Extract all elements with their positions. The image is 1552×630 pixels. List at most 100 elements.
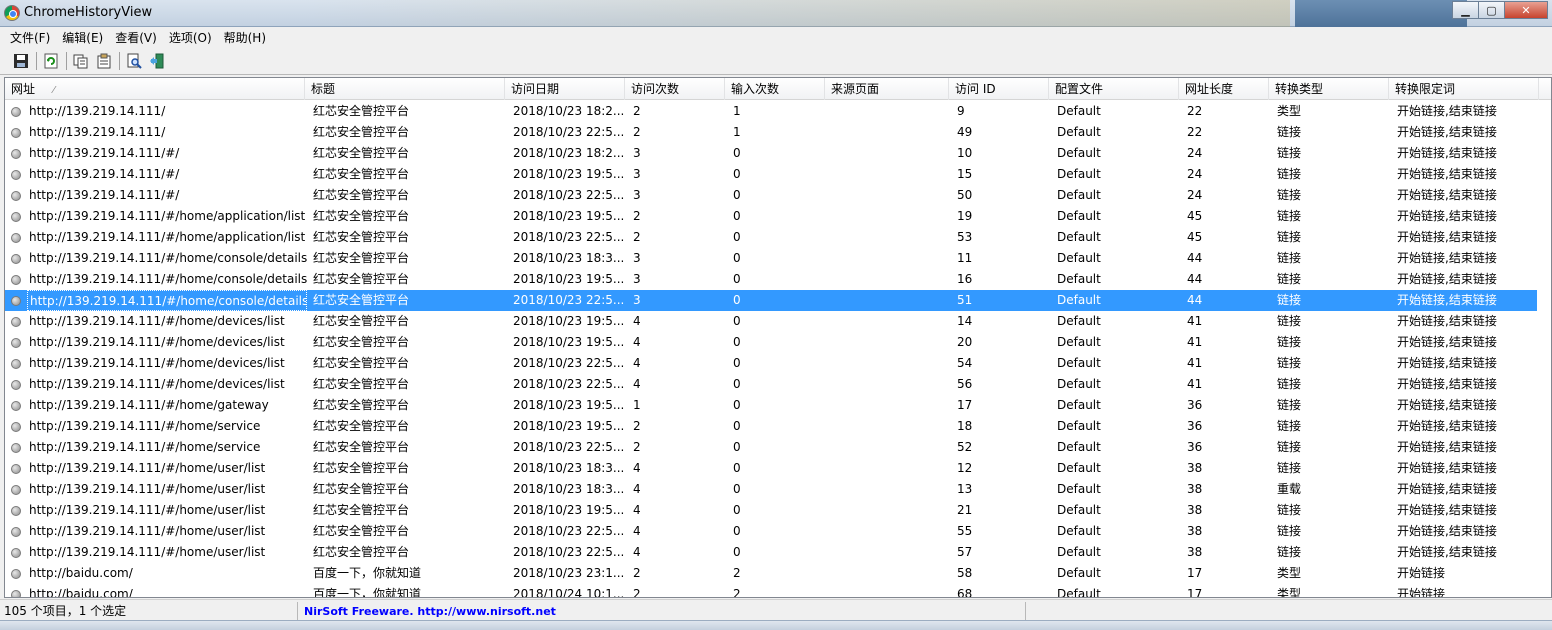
table-row[interactable]: http://139.219.14.111/红芯安全管控平台 2018/10/23… [5,122,1539,143]
status-credit-panel: NirSoft Freeware. http://www.nirsoft.net [300,602,1026,620]
find-button[interactable] [123,50,145,72]
cell-url: http://139.219.14.111/#/home/console/det… [27,290,307,311]
history-entry-icon [11,191,21,201]
table-row[interactable]: http://baidu.com/百度一下，你就知道 2018/10/24 10:… [5,584,1539,597]
table-row[interactable]: http://139.219.14.111/#/home/application… [5,227,1539,248]
table-row[interactable]: http://139.219.14.111/#/ 红芯安全管控平台 2018/10/… [5,164,1539,185]
cell-typed-count: 0 [733,398,741,412]
table-row[interactable]: http://139.219.14.111/#/home/devices/lis… [5,311,1539,332]
cell-referrer [831,332,951,353]
cell-typed-count: 0 [733,209,741,223]
cell-title: 红芯安全管控平台 [313,419,410,433]
table-row[interactable]: http://139.219.14.111/#/home/user/list 红芯… [5,521,1539,542]
cell-visit-id: 16 [957,272,973,286]
table-row[interactable]: http://139.219.14.111/#/home/user/list 红芯… [5,458,1539,479]
table-row[interactable]: http://139.219.14.111/#/home/devices/lis… [5,353,1539,374]
properties-button[interactable] [93,50,115,72]
chrome-app-icon [4,5,20,21]
cell-visit-id: 10 [957,146,973,160]
column-header-visit-date[interactable]: 访问日期 [505,78,625,100]
cell-visit-id: 57 [957,545,973,559]
table-row[interactable]: http://139.219.14.111/#/home/console/det… [5,248,1539,269]
column-header-title[interactable]: 标题 [305,78,505,100]
table-row[interactable]: http://139.219.14.111/#/home/service 红芯安全… [5,416,1539,437]
refresh-button[interactable] [40,50,62,72]
table-row[interactable]: http://139.219.14.111/#/ 红芯安全管控平台 2018/10/… [5,185,1539,206]
column-header-typed-count[interactable]: 输入次数 [725,78,825,100]
cell-transition-qualifiers: 开始链接,结束链接 [1397,545,1497,559]
cell-url-length: 41 [1187,377,1203,391]
cell-visit-count: 3 [633,272,641,286]
cell-typed-count: 0 [733,146,741,160]
cell-referrer [831,101,951,122]
nirsoft-link[interactable]: NirSoft Freeware. http://www.nirsoft.net [304,605,556,618]
cell-transition-qualifiers: 开始链接,结束链接 [1397,461,1497,475]
history-entry-icon [11,506,21,516]
table-row[interactable]: http://139.219.14.111/#/home/gateway 红芯安全… [5,395,1539,416]
minimize-button[interactable]: ▁ [1452,1,1479,19]
cell-typed-count: 0 [733,545,741,559]
maximize-icon: ▢ [1486,3,1497,17]
table-row[interactable]: http://139.219.14.111/#/home/devices/lis… [5,332,1539,353]
column-header-transition-type[interactable]: 转换类型 [1269,78,1389,100]
table-row[interactable]: http://139.219.14.111/红芯安全管控平台 2018/10/23… [5,101,1539,122]
cell-transition-type: 链接 [1277,335,1302,349]
save-button[interactable] [10,50,32,72]
cell-visit-count: 4 [633,461,641,475]
cell-title: 红芯安全管控平台 [313,146,410,160]
history-entry-icon [11,548,21,558]
cell-transition-type: 链接 [1277,125,1302,139]
cell-title: 红芯安全管控平台 [313,524,410,538]
menu-edit[interactable]: 编辑(E) [56,29,109,46]
column-header-referrer[interactable]: 来源页面 [825,78,949,100]
close-button[interactable]: ✕ [1504,1,1548,19]
cell-transition-type: 链接 [1277,398,1302,412]
column-header-visit-count[interactable]: 访问次数 [625,78,725,100]
cell-transition-type: 链接 [1277,314,1302,328]
column-header-visit-id[interactable]: 访问 ID [949,78,1049,100]
history-list[interactable]: 网址 ⁄ 标题 访问日期 访问次数 输入次数 来源页面 访问 ID 配置文件 网址… [4,77,1552,598]
history-entry-icon [11,485,21,495]
table-row[interactable]: http://139.219.14.111/#/home/user/list 红芯… [5,542,1539,563]
cell-profile: Default [1057,314,1101,328]
copy-button[interactable] [70,50,92,72]
history-entry-icon [11,212,21,222]
cell-transition-qualifiers: 开始链接 [1397,566,1446,580]
table-row[interactable]: http://139.219.14.111/#/home/application… [5,206,1539,227]
cell-url-length: 45 [1187,209,1203,223]
cell-title: 红芯安全管控平台 [313,251,410,265]
cell-visit-date: 2018/10/23 22:5... [513,524,625,538]
menu-options[interactable]: 选项(O) [163,29,218,46]
table-row[interactable]: http://139.219.14.111/#/home/console/det… [5,269,1539,290]
menu-view[interactable]: 查看(V) [109,29,163,46]
column-header-transition-qualifiers[interactable]: 转换限定词 [1389,78,1539,100]
cell-visit-count: 2 [633,566,641,580]
table-row[interactable]: http://139.219.14.111/#/home/devices/lis… [5,374,1539,395]
table-row[interactable]: http://139.219.14.111/#/home/console/det… [5,290,1539,311]
table-row[interactable]: http://139.219.14.111/#/home/user/list 红芯… [5,479,1539,500]
cell-visit-id: 50 [957,188,973,202]
cell-visit-id: 17 [957,398,973,412]
menu-help[interactable]: 帮助(H) [218,29,272,46]
table-row[interactable]: http://139.219.14.111/#/ 红芯安全管控平台 2018/10/… [5,143,1539,164]
cell-url: http://139.219.14.111/ [29,125,166,139]
table-row[interactable]: http://139.219.14.111/#/home/user/list 红芯… [5,500,1539,521]
cell-profile: Default [1057,125,1101,139]
cell-typed-count: 1 [733,104,741,118]
cell-visit-date: 2018/10/23 19:5... [513,398,625,412]
cell-typed-count: 0 [733,230,741,244]
column-header-url[interactable]: 网址 ⁄ [5,78,305,100]
background-window-ghost [300,0,1290,27]
cell-visit-date: 2018/10/23 22:5... [513,545,625,559]
exit-button[interactable] [146,50,168,72]
maximize-button[interactable]: ▢ [1478,1,1505,19]
menu-file[interactable]: 文件(F) [4,29,56,46]
column-header-url-length[interactable]: 网址长度 [1179,78,1269,100]
table-row[interactable]: http://139.219.14.111/#/home/service 红芯安全… [5,437,1539,458]
cell-visit-count: 2 [633,209,641,223]
column-header-profile[interactable]: 配置文件 [1049,78,1179,100]
close-icon: ✕ [1521,3,1531,17]
table-row[interactable]: http://baidu.com/百度一下，你就知道 2018/10/23 23:… [5,563,1539,584]
cell-visit-count: 4 [633,503,641,517]
cell-visit-id: 15 [957,167,973,181]
